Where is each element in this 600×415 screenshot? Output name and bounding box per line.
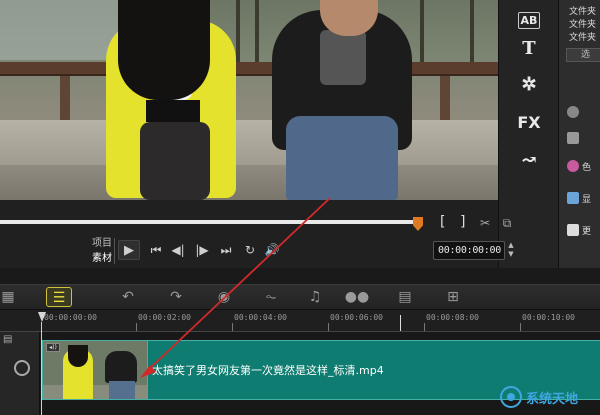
text-icon: T	[522, 37, 536, 59]
ruler-label: 00:00:06:00	[330, 313, 383, 322]
sound-mixer-icon[interactable]: ⏦	[260, 287, 282, 307]
playhead-line	[41, 322, 42, 415]
option-row-more[interactable]: 更	[567, 222, 591, 238]
mode-project[interactable]: 项目	[86, 236, 112, 251]
storyboard-view-icon[interactable]: ▦	[0, 287, 16, 307]
preview-tree	[470, 0, 474, 70]
ruler-tick	[520, 323, 521, 331]
clock-icon	[567, 106, 579, 118]
home-icon[interactable]: ⏮	[148, 240, 164, 260]
subtitle-editor-icon[interactable]: ▤	[394, 287, 416, 307]
preview-bench	[0, 120, 498, 165]
option-row[interactable]	[567, 130, 579, 146]
option-row-label: 显	[582, 194, 592, 205]
ruler-label: 00:00:04:00	[234, 313, 287, 322]
scissors-icon[interactable]: ✂	[478, 216, 492, 230]
thumb-jeans	[109, 381, 135, 399]
scrubber-handle[interactable]	[413, 217, 423, 231]
text-tool-button[interactable]: T	[499, 28, 559, 68]
timeline-view-button[interactable]: ☰	[46, 287, 72, 307]
redo-icon[interactable]: ↷	[166, 287, 186, 307]
mark-out-button[interactable]: ]	[460, 214, 465, 230]
panel-divider	[0, 268, 600, 284]
record-capture-icon[interactable]: ◉	[212, 287, 236, 307]
preview-skirt	[146, 100, 200, 122]
ruler-tick	[328, 323, 329, 331]
multi-camera-icon[interactable]: ⊞	[442, 287, 464, 307]
preview-tree	[420, 0, 424, 70]
folder-menu-item[interactable]: 文件夹	[569, 6, 596, 19]
watermark-logo-icon	[500, 386, 522, 408]
option-row-label: 更	[582, 226, 592, 237]
ruler-label: 00:00:02:00	[138, 313, 191, 322]
ruler-label: 00:00:00:00	[44, 313, 97, 322]
preview-railing	[0, 62, 498, 76]
watermark-text: 系统天地	[526, 391, 579, 407]
ruler-tick	[232, 323, 233, 331]
graphics-tool-button[interactable]: ✲	[499, 64, 559, 104]
mark-in-button[interactable]: [	[440, 214, 445, 230]
options-panel: 文件夹 文件夹 文件夹 选 色 显 更	[558, 0, 600, 268]
undo-icon[interactable]: ↶	[118, 287, 138, 307]
fx-tool-button[interactable]: FX	[499, 102, 559, 142]
auto-music-icon[interactable]: ♫	[304, 287, 326, 307]
ruler-label: 00:00:10:00	[522, 313, 575, 322]
timeline-toolbar	[0, 284, 600, 310]
play-button[interactable]: ▶	[118, 240, 140, 260]
preview-jeans	[286, 116, 398, 200]
transition-tool-button[interactable]: ↝	[499, 140, 559, 180]
options-dropdown[interactable]: 选	[566, 48, 600, 62]
fx-icon: FX	[517, 112, 541, 132]
play-mode-selector[interactable]: 项目 素材	[86, 236, 112, 266]
option-row-color[interactable]: 色	[567, 158, 591, 174]
ruler-marker-line	[400, 315, 401, 331]
transition-icon: ↝	[521, 149, 537, 171]
clip-audio-icon: ◂))	[46, 343, 60, 352]
preview-tree	[255, 0, 259, 70]
preview-post	[440, 76, 450, 121]
timecode-stepper[interactable]: ▲ ▼	[506, 241, 516, 260]
thumb-hair	[68, 345, 88, 367]
motion-track-icon[interactable]: ●●	[344, 287, 370, 307]
option-row-label: 色	[582, 162, 592, 173]
folder-menu-item[interactable]: 文件夹	[569, 19, 596, 32]
clip-filename: 太搞笑了男女网友第一次竟然是这样_标清.mp4	[152, 364, 384, 377]
preview-bench-front	[0, 165, 498, 200]
folder-menu-item[interactable]: 文件夹	[569, 32, 596, 45]
next-frame-icon[interactable]: |▶	[194, 240, 210, 260]
color-icon	[567, 160, 579, 172]
watermark: 系统天地	[500, 386, 578, 408]
rotate-icon	[567, 132, 579, 144]
graphics-icon: ✲	[521, 73, 537, 95]
preview-post	[60, 76, 70, 121]
more-icon	[567, 224, 579, 236]
track-options-icon[interactable]: ▤	[3, 334, 12, 345]
ruler-label: 00:00:08:00	[426, 313, 479, 322]
preview-hair	[118, 0, 210, 100]
video-track-icon[interactable]	[14, 360, 30, 376]
end-icon[interactable]: ⏭	[218, 240, 234, 260]
ruler-tick	[136, 323, 137, 331]
video-preview	[0, 0, 498, 200]
ruler-tick	[424, 323, 425, 331]
video-track-header: ▤	[0, 332, 40, 415]
preview-scarf	[320, 30, 366, 85]
timeline-ruler[interactable]: 00:00:00:00 00:00:02:00 00:00:04:00 00:0…	[0, 310, 600, 332]
preview-tree	[236, 0, 240, 70]
enlarge-icon[interactable]: ⧉	[500, 216, 514, 230]
thumb-man	[105, 351, 137, 383]
folder-menu: 文件夹 文件夹 文件夹	[569, 6, 596, 45]
title-icon: AB	[517, 11, 541, 29]
scrubber-track[interactable]	[0, 220, 418, 224]
mode-clip[interactable]: 素材	[86, 251, 112, 266]
timecode-field[interactable]: 00:00:00:00	[433, 241, 505, 260]
repeat-icon[interactable]: ↻	[242, 240, 258, 260]
prev-frame-icon[interactable]: ◀|	[170, 240, 186, 260]
volume-icon[interactable]: 🔊	[264, 240, 280, 260]
preview-legs	[140, 122, 210, 200]
option-row-display[interactable]: 显	[567, 190, 591, 206]
option-row[interactable]	[567, 104, 579, 120]
display-icon	[567, 192, 579, 204]
